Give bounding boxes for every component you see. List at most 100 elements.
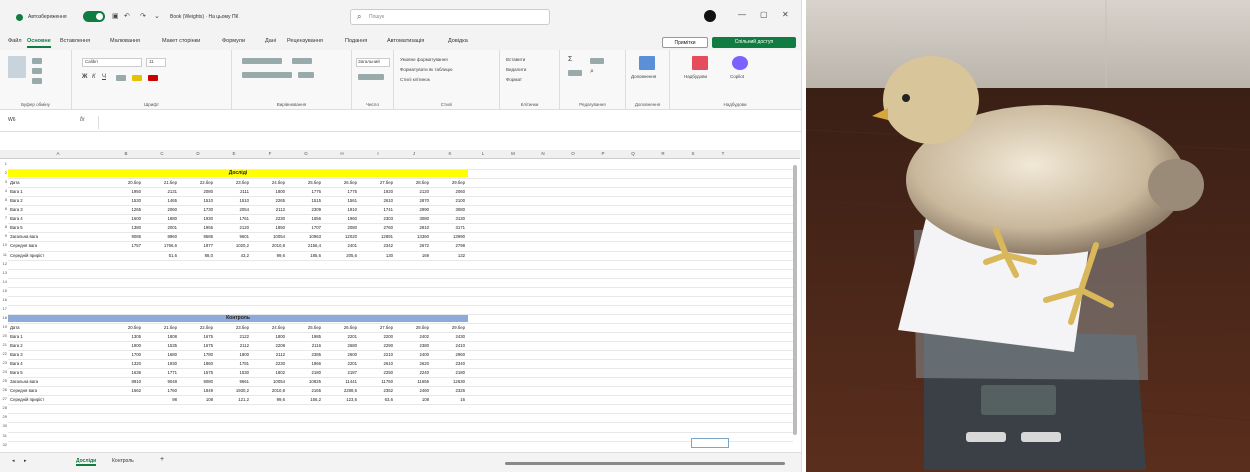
value-cell[interactable]: 9080 xyxy=(180,379,213,384)
value-cell[interactable]: 2250 xyxy=(360,370,393,375)
value-cell[interactable]: 1930,2 xyxy=(216,388,249,393)
value-cell[interactable]: 2960 xyxy=(432,352,465,357)
sheet-tab-experiment[interactable]: Досліди xyxy=(76,458,97,466)
insert-cells-button[interactable]: Вставити xyxy=(506,57,525,62)
value-cell[interactable]: 2620 xyxy=(396,361,429,366)
sort-filter-icon[interactable] xyxy=(590,58,604,64)
row-header[interactable]: 18 xyxy=(0,315,7,320)
italic-icon[interactable]: К xyxy=(92,74,96,80)
value-cell[interactable]: 1707 xyxy=(288,225,321,230)
value-cell[interactable]: 11760 xyxy=(360,379,393,384)
column-header[interactable]: Q xyxy=(618,151,648,156)
row-label[interactable]: Вага 5 xyxy=(10,370,106,375)
formula-input[interactable] xyxy=(98,116,798,129)
tab-formulas[interactable]: Формули xyxy=(222,38,245,44)
value-cell[interactable]: 1808 xyxy=(144,334,177,339)
close-icon[interactable]: ✕ xyxy=(782,10,789,19)
value-cell[interactable]: 1776 xyxy=(288,189,321,194)
row-header[interactable]: 32 xyxy=(0,442,7,447)
value-cell[interactable]: 2010,8 xyxy=(252,243,285,248)
value-cell[interactable]: 1700 xyxy=(108,352,141,357)
value-cell[interactable]: 1561 xyxy=(324,198,357,203)
tab-automate[interactable]: Автоматизація xyxy=(387,38,424,44)
date-cell[interactable]: 25.бер xyxy=(288,180,321,185)
value-cell[interactable]: 1850 xyxy=(252,225,285,230)
row-header[interactable]: 24 xyxy=(0,369,7,374)
row-header[interactable]: 31 xyxy=(0,433,7,438)
value-cell[interactable]: 121,2 xyxy=(216,397,249,402)
value-cell[interactable]: 2340 xyxy=(432,361,465,366)
value-cell[interactable]: 11655 xyxy=(396,379,429,384)
value-cell[interactable]: 1465 xyxy=(144,198,177,203)
value-cell[interactable]: 8585 xyxy=(180,234,213,239)
value-cell[interactable]: 2230 xyxy=(252,216,285,221)
tab-insert[interactable]: Вставлення xyxy=(60,38,90,44)
customize-qat-icon[interactable]: ⌄ xyxy=(154,12,160,20)
value-cell[interactable]: 2112 xyxy=(252,207,285,212)
value-cell[interactable]: 1760 xyxy=(144,388,177,393)
value-cell[interactable]: 1780 xyxy=(180,352,213,357)
value-cell[interactable]: 2112 xyxy=(216,343,249,348)
row-label[interactable]: Дата xyxy=(10,180,106,185)
value-cell[interactable]: 2352 xyxy=(360,388,393,393)
value-cell[interactable]: 16 xyxy=(432,397,465,402)
addins-icon[interactable] xyxy=(639,56,655,70)
row-header[interactable]: 27 xyxy=(0,396,7,401)
value-cell[interactable]: 1265 xyxy=(108,207,141,212)
row-header[interactable]: 30 xyxy=(0,423,7,428)
row-header[interactable]: 1 xyxy=(0,161,7,166)
value-cell[interactable]: 2288,6 xyxy=(324,388,357,393)
font-size-select[interactable]: 11 xyxy=(146,58,166,67)
cell-styles-button[interactable]: Стилі клітинок xyxy=(400,77,430,82)
value-cell[interactable]: 1781 xyxy=(216,361,249,366)
number-format-select[interactable]: Загальний xyxy=(356,58,390,67)
tab-page-layout[interactable]: Макет сторінки xyxy=(162,38,200,44)
value-cell[interactable]: 1635 xyxy=(108,370,141,375)
value-cell[interactable]: 1960 xyxy=(324,216,357,221)
value-cell[interactable]: 9085 xyxy=(108,234,141,239)
date-cell[interactable]: 21.бер xyxy=(144,325,177,330)
document-title[interactable]: Book (Weights) · На цьому ПК xyxy=(170,14,238,20)
date-cell[interactable]: 20.бер xyxy=(108,180,141,185)
row-label[interactable]: Вага 1 xyxy=(10,189,106,194)
row-header[interactable]: 2 xyxy=(0,170,7,175)
row-header[interactable]: 16 xyxy=(0,297,7,302)
value-cell[interactable]: 1730 xyxy=(180,207,213,212)
tab-draw[interactable]: Малювання xyxy=(110,38,140,44)
value-cell[interactable]: 2798 xyxy=(432,243,465,248)
value-cell[interactable]: 1535 xyxy=(144,343,177,348)
value-cell[interactable]: 1530 xyxy=(108,198,141,203)
column-header[interactable]: G xyxy=(288,151,324,156)
value-cell[interactable]: 108 xyxy=(180,397,213,402)
value-cell[interactable]: 1877 xyxy=(180,243,213,248)
row-header[interactable]: 15 xyxy=(0,288,7,293)
row-label[interactable]: Вага 5 xyxy=(10,225,106,230)
name-box[interactable]: W6 xyxy=(8,117,64,128)
sheet-tab-control[interactable]: Контроль xyxy=(112,458,134,464)
value-cell[interactable]: 1680 xyxy=(144,352,177,357)
value-cell[interactable]: 2187 xyxy=(324,370,357,375)
row-header[interactable]: 21 xyxy=(0,342,7,347)
row-label[interactable]: Середня вага xyxy=(10,243,106,248)
value-cell[interactable]: 2870 xyxy=(396,198,429,203)
row-label[interactable]: Вага 2 xyxy=(10,343,106,348)
row-header[interactable]: 14 xyxy=(0,279,7,284)
value-cell[interactable]: 1880 xyxy=(144,216,177,221)
fill-color-icon[interactable] xyxy=(132,75,142,81)
row-label[interactable]: Вага 4 xyxy=(10,216,106,221)
value-cell[interactable]: 1766,6 xyxy=(144,243,177,248)
value-cell[interactable]: 10825 xyxy=(288,379,321,384)
fx-icon[interactable]: fx xyxy=(80,117,85,123)
next-sheet-icon[interactable]: ▸ xyxy=(24,458,27,464)
value-cell[interactable]: 1761 xyxy=(216,216,249,221)
value-cell[interactable]: 1600 xyxy=(108,216,141,221)
value-cell[interactable]: 2230 xyxy=(252,361,285,366)
autosum-icon[interactable]: Σ xyxy=(568,56,572,63)
row-header[interactable]: 4 xyxy=(0,188,7,193)
value-cell[interactable]: 2156,4 xyxy=(288,243,321,248)
value-cell[interactable]: 9048 xyxy=(144,379,177,384)
value-cell[interactable]: 2672 xyxy=(396,243,429,248)
date-cell[interactable]: 24.бер xyxy=(252,180,285,185)
value-cell[interactable]: 11441 xyxy=(324,379,357,384)
search-box[interactable]: ⌕ Пошук xyxy=(350,9,550,25)
